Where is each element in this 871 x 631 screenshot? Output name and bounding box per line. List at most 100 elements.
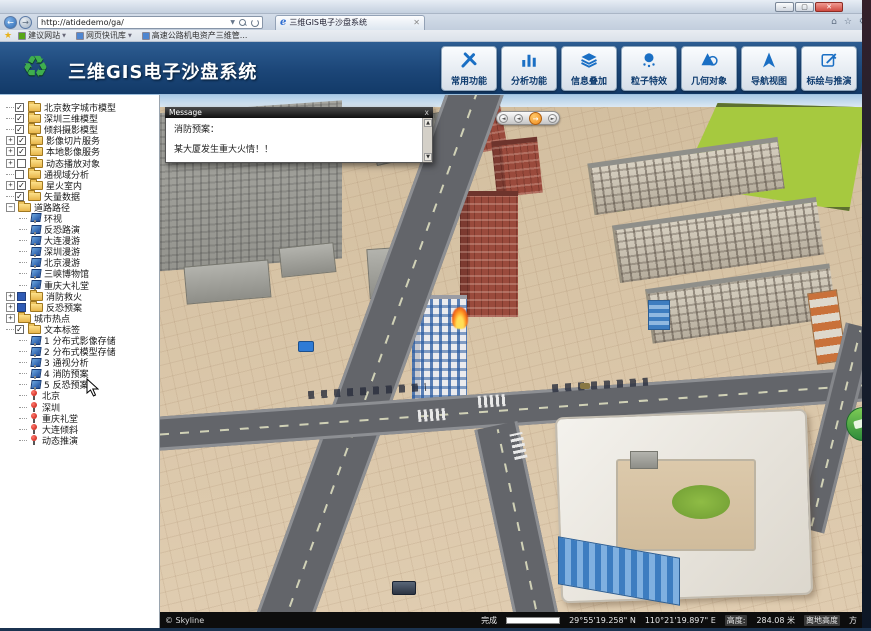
fire-flame: [452, 307, 468, 329]
folder-icon: [28, 103, 41, 112]
tree-connector: [19, 251, 27, 252]
direction-label: 方: [849, 615, 857, 626]
tree-checkbox[interactable]: [17, 292, 26, 301]
tree-checkbox[interactable]: ✓: [15, 125, 24, 134]
back-button[interactable]: ←: [4, 16, 17, 29]
tree-connector: [19, 395, 27, 396]
blue-truck: [298, 341, 314, 352]
browser-tab[interactable]: e 三维GIS电子沙盘系统 ✕: [275, 15, 425, 30]
latitude-readout: 29°55'19.258" N: [569, 616, 636, 625]
expand-icon[interactable]: +: [6, 136, 15, 145]
tree-item[interactable]: ✓矢量数据: [2, 191, 158, 202]
add-favorite-star-icon[interactable]: ★: [4, 31, 12, 41]
folder-icon: [28, 125, 41, 134]
tree-checkbox[interactable]: ✓: [17, 136, 26, 145]
close-button[interactable]: ✕: [815, 2, 843, 12]
toolbar-button-layers[interactable]: 信息叠加: [561, 46, 617, 91]
tree-item[interactable]: +反恐预案: [2, 302, 158, 313]
tree-checkbox[interactable]: ✓: [15, 114, 24, 123]
refresh-icon[interactable]: [250, 18, 259, 27]
toolbar-button-navigate[interactable]: 导航视图: [741, 46, 797, 91]
address-bar[interactable]: http://atidedemo/ga/ ▼: [37, 16, 263, 29]
courtyard-lawn: [672, 485, 730, 519]
folder-icon: [30, 147, 43, 156]
browser-navbar: ← → http://atidedemo/ga/ ▼ e 三维GIS电子沙盘系统…: [0, 14, 871, 30]
toolbar-button-label: 常用功能: [451, 74, 487, 87]
tree-checkbox[interactable]: ✓: [17, 147, 26, 156]
tree-connector: [6, 118, 14, 119]
expand-icon[interactable]: +: [6, 181, 15, 190]
tree-item[interactable]: 5 反恐预案: [2, 379, 158, 390]
browser-titlebar: – ▢ ✕: [0, 0, 871, 14]
step-button[interactable]: ◄: [499, 114, 508, 123]
bookmark-item[interactable]: 网页快讯库▼: [76, 30, 132, 41]
maximize-button[interactable]: ▢: [795, 2, 814, 12]
expand-icon[interactable]: +: [6, 303, 15, 312]
route-icon: [29, 369, 41, 379]
tree-checkbox[interactable]: ✓: [15, 325, 24, 334]
playback-control: ◄ ◄ → ►: [496, 111, 560, 125]
tree-checkbox[interactable]: ✓: [15, 103, 24, 112]
tree-connector: [6, 174, 14, 175]
pin-icon: [30, 435, 38, 446]
blue-glass-building: [648, 300, 670, 330]
toolbar-button-label: 导航视图: [751, 74, 787, 87]
toolbar-button-geometry[interactable]: 几何对象: [681, 46, 737, 91]
tree-connector: [6, 129, 14, 130]
toolbar-button-tools[interactable]: 常用功能: [441, 46, 497, 91]
expand-icon[interactable]: +: [6, 147, 15, 156]
folder-icon: [30, 303, 43, 312]
message-close-icon[interactable]: x: [425, 107, 429, 118]
chevron-down-icon[interactable]: ▼: [230, 19, 235, 26]
minimize-button[interactable]: –: [775, 2, 794, 12]
tree-connector: [19, 218, 27, 219]
tree-connector: [19, 273, 27, 274]
toolbar-button-label: 分析功能: [511, 74, 547, 87]
toolbar-button-plot[interactable]: 标绘与推演: [801, 46, 857, 91]
tab-close-icon[interactable]: ✕: [413, 18, 420, 27]
favorites-star-icon[interactable]: ☆: [844, 17, 852, 27]
tree-checkbox[interactable]: [17, 303, 26, 312]
tree-item[interactable]: 重庆礼堂: [2, 413, 158, 424]
message-popup-titlebar[interactable]: Message x: [165, 107, 433, 118]
app-header: ♻ 三维GIS电子沙盘系统 常用功能分析功能信息叠加粒子特效几何对象导航视图标绘…: [0, 42, 871, 95]
message-scrollbar[interactable]: ▲ ▼: [422, 118, 432, 162]
tree-checkbox[interactable]: ✓: [17, 181, 26, 190]
expand-icon[interactable]: +: [6, 314, 15, 323]
forward-button[interactable]: →: [19, 16, 32, 29]
scroll-down-icon[interactable]: ▼: [424, 153, 432, 161]
tree-item[interactable]: −道路路径: [2, 202, 158, 213]
tree-connector: [19, 362, 27, 363]
collapse-icon[interactable]: −: [6, 203, 15, 212]
search-icon[interactable]: [238, 18, 247, 27]
gray-building: [279, 242, 337, 278]
play-button[interactable]: →: [529, 112, 542, 125]
expand-icon[interactable]: +: [6, 292, 15, 301]
scroll-up-icon[interactable]: ▲: [424, 119, 432, 127]
bookmark-item[interactable]: 建议网站▼: [18, 30, 66, 41]
folder-icon: [28, 192, 41, 201]
folder-icon: [28, 325, 41, 334]
toolbar-button-chart[interactable]: 分析功能: [501, 46, 557, 91]
tree-item[interactable]: 大连倾斜: [2, 424, 158, 435]
home-icon[interactable]: ⌂: [831, 17, 837, 27]
tree-checkbox[interactable]: ✓: [15, 192, 24, 201]
header-toolbar: 常用功能 分析功能 信息叠加粒子特效几何对象导航视图 标绘与推演: [441, 46, 857, 91]
toolbar-button-particles[interactable]: 粒子特效: [621, 46, 677, 91]
message-lines: 消防预案：某大厦发生重大火情！！: [174, 122, 418, 155]
expand-icon[interactable]: +: [6, 159, 15, 168]
tree-item[interactable]: 深圳: [2, 402, 158, 413]
bookmark-label: 高速公路机电资产三维管...: [152, 30, 248, 41]
webpage-icon: [18, 32, 26, 40]
tree-checkbox[interactable]: [17, 159, 26, 168]
tree-item[interactable]: 动态推演: [2, 435, 158, 446]
particles-icon: [639, 51, 659, 73]
step-button[interactable]: ◄: [514, 114, 523, 123]
mouse-cursor: [86, 378, 99, 397]
step-button[interactable]: ►: [548, 114, 557, 123]
tree-item[interactable]: 北京: [2, 390, 158, 401]
tree-checkbox[interactable]: [15, 170, 24, 179]
folder-icon: [28, 114, 41, 123]
bookmark-item[interactable]: 高速公路机电资产三维管...: [142, 30, 248, 41]
map-viewport-3d[interactable]: Message x 消防预案：某大厦发生重大火情！！ ▲ ▼ ◄◄→► © Sk…: [160, 95, 871, 631]
